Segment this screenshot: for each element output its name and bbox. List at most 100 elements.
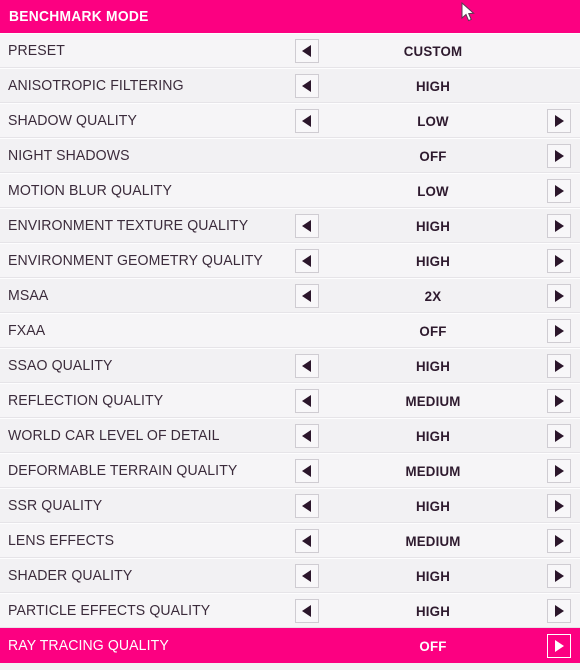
setting-row[interactable]: FXAA OFF bbox=[0, 313, 580, 348]
increment-arrow-right-icon[interactable] bbox=[547, 529, 571, 553]
setting-value: OFF bbox=[419, 637, 447, 654]
triangle-right-icon bbox=[555, 570, 564, 582]
increment-arrow-right-icon[interactable] bbox=[547, 564, 571, 588]
triangle-left-icon bbox=[302, 605, 311, 617]
setting-label: SSAO QUALITY bbox=[8, 357, 113, 374]
triangle-right-icon bbox=[555, 605, 564, 617]
setting-value: LOW bbox=[417, 112, 449, 129]
decrement-arrow-left-icon[interactable] bbox=[295, 494, 319, 518]
increment-arrow-right-icon[interactable] bbox=[547, 494, 571, 518]
triangle-left-icon bbox=[302, 220, 311, 232]
setting-row[interactable]: ENVIRONMENT GEOMETRY QUALITY HIGH bbox=[0, 243, 580, 278]
setting-row[interactable]: WORLD CAR LEVEL OF DETAIL HIGH bbox=[0, 418, 580, 453]
decrement-arrow-left-icon[interactable] bbox=[295, 389, 319, 413]
setting-row[interactable]: MOTION BLUR QUALITY LOW bbox=[0, 173, 580, 208]
setting-row[interactable]: SSR QUALITY HIGH bbox=[0, 488, 580, 523]
setting-label: SSR QUALITY bbox=[8, 497, 103, 514]
setting-label: DEFORMABLE TERRAIN QUALITY bbox=[8, 462, 238, 479]
triangle-left-icon bbox=[302, 290, 311, 302]
setting-value: HIGH bbox=[415, 217, 451, 234]
setting-label: PARTICLE EFFECTS QUALITY bbox=[8, 602, 211, 619]
setting-value: MEDIUM bbox=[405, 392, 461, 409]
settings-list: PRESET CUSTOM ANISOTROPIC FILTERING HIGH SHA… bbox=[0, 33, 580, 663]
setting-row[interactable]: ANISOTROPIC FILTERING HIGH bbox=[0, 68, 580, 103]
triangle-right-icon bbox=[555, 395, 564, 407]
setting-label: SHADER QUALITY bbox=[8, 567, 133, 584]
increment-arrow-right-icon[interactable] bbox=[547, 284, 571, 308]
decrement-arrow-left-icon[interactable] bbox=[295, 39, 319, 63]
setting-label: FXAA bbox=[8, 322, 46, 339]
setting-row[interactable]: RAY TRACING QUALITY OFF bbox=[0, 628, 580, 663]
decrement-arrow-left-icon[interactable] bbox=[295, 249, 319, 273]
increment-arrow-right-icon[interactable] bbox=[547, 179, 571, 203]
increment-arrow-right-icon[interactable] bbox=[547, 214, 571, 238]
setting-value: HIGH bbox=[415, 77, 451, 94]
increment-arrow-right-icon[interactable] bbox=[547, 459, 571, 483]
decrement-arrow-left-icon[interactable] bbox=[295, 74, 319, 98]
setting-value: HIGH bbox=[415, 602, 451, 619]
setting-value: HIGH bbox=[415, 567, 451, 584]
decrement-arrow-left-icon[interactable] bbox=[295, 424, 319, 448]
decrement-arrow-left-icon[interactable] bbox=[295, 214, 319, 238]
setting-value: HIGH bbox=[415, 252, 451, 269]
setting-row[interactable]: SSAO QUALITY HIGH bbox=[0, 348, 580, 383]
setting-row[interactable]: ENVIRONMENT TEXTURE QUALITY HIGH bbox=[0, 208, 580, 243]
setting-row[interactable]: DEFORMABLE TERRAIN QUALITY MEDIUM bbox=[0, 453, 580, 488]
decrement-arrow-left-icon[interactable] bbox=[295, 599, 319, 623]
triangle-right-icon bbox=[555, 115, 564, 127]
decrement-arrow-left-icon[interactable] bbox=[295, 284, 319, 308]
triangle-left-icon bbox=[302, 80, 311, 92]
triangle-left-icon bbox=[302, 115, 311, 127]
triangle-right-icon bbox=[555, 640, 564, 652]
triangle-left-icon bbox=[302, 465, 311, 477]
triangle-left-icon bbox=[302, 570, 311, 582]
increment-arrow-right-icon[interactable] bbox=[547, 354, 571, 378]
increment-arrow-right-icon[interactable] bbox=[547, 249, 571, 273]
setting-label: REFLECTION QUALITY bbox=[8, 392, 164, 409]
triangle-left-icon bbox=[302, 535, 311, 547]
triangle-left-icon bbox=[302, 500, 311, 512]
setting-label: MSAA bbox=[8, 287, 49, 304]
setting-value: 2X bbox=[424, 287, 442, 304]
increment-arrow-right-icon[interactable] bbox=[547, 634, 571, 658]
triangle-left-icon bbox=[302, 45, 311, 57]
setting-row[interactable]: NIGHT SHADOWS OFF bbox=[0, 138, 580, 173]
setting-label: ENVIRONMENT GEOMETRY QUALITY bbox=[8, 252, 263, 269]
decrement-arrow-left-icon[interactable] bbox=[295, 354, 319, 378]
panel-header: BENCHMARK MODE bbox=[0, 0, 580, 33]
triangle-right-icon bbox=[555, 290, 564, 302]
setting-row[interactable]: MSAA 2X bbox=[0, 278, 580, 313]
setting-row[interactable]: SHADER QUALITY HIGH bbox=[0, 558, 580, 593]
setting-value: HIGH bbox=[415, 497, 451, 514]
triangle-left-icon bbox=[302, 360, 311, 372]
increment-arrow-right-icon[interactable] bbox=[547, 599, 571, 623]
decrement-arrow-left-icon[interactable] bbox=[295, 564, 319, 588]
triangle-right-icon bbox=[555, 185, 564, 197]
triangle-right-icon bbox=[555, 325, 564, 337]
setting-row[interactable]: SHADOW QUALITY LOW bbox=[0, 103, 580, 138]
setting-value: LOW bbox=[417, 182, 449, 199]
triangle-left-icon bbox=[302, 395, 311, 407]
triangle-right-icon bbox=[555, 360, 564, 372]
decrement-arrow-left-icon[interactable] bbox=[295, 109, 319, 133]
increment-arrow-right-icon[interactable] bbox=[547, 144, 571, 168]
setting-label: ENVIRONMENT TEXTURE QUALITY bbox=[8, 217, 249, 234]
setting-row[interactable]: PRESET CUSTOM bbox=[0, 33, 580, 68]
increment-arrow-right-icon[interactable] bbox=[547, 109, 571, 133]
triangle-right-icon bbox=[555, 500, 564, 512]
setting-row[interactable]: REFLECTION QUALITY MEDIUM bbox=[0, 383, 580, 418]
increment-arrow-right-icon[interactable] bbox=[547, 389, 571, 413]
setting-value: HIGH bbox=[415, 357, 451, 374]
setting-label: NIGHT SHADOWS bbox=[8, 147, 130, 164]
triangle-right-icon bbox=[555, 220, 564, 232]
increment-arrow-right-icon[interactable] bbox=[547, 319, 571, 343]
setting-label: ANISOTROPIC FILTERING bbox=[8, 77, 184, 94]
setting-value: OFF bbox=[419, 322, 447, 339]
setting-row[interactable]: LENS EFFECTS MEDIUM bbox=[0, 523, 580, 558]
page-title: BENCHMARK MODE bbox=[9, 8, 149, 25]
decrement-arrow-left-icon[interactable] bbox=[295, 529, 319, 553]
decrement-arrow-left-icon[interactable] bbox=[295, 459, 319, 483]
increment-arrow-right-icon[interactable] bbox=[547, 424, 571, 448]
setting-row[interactable]: PARTICLE EFFECTS QUALITY HIGH bbox=[0, 593, 580, 628]
setting-label: LENS EFFECTS bbox=[8, 532, 115, 549]
